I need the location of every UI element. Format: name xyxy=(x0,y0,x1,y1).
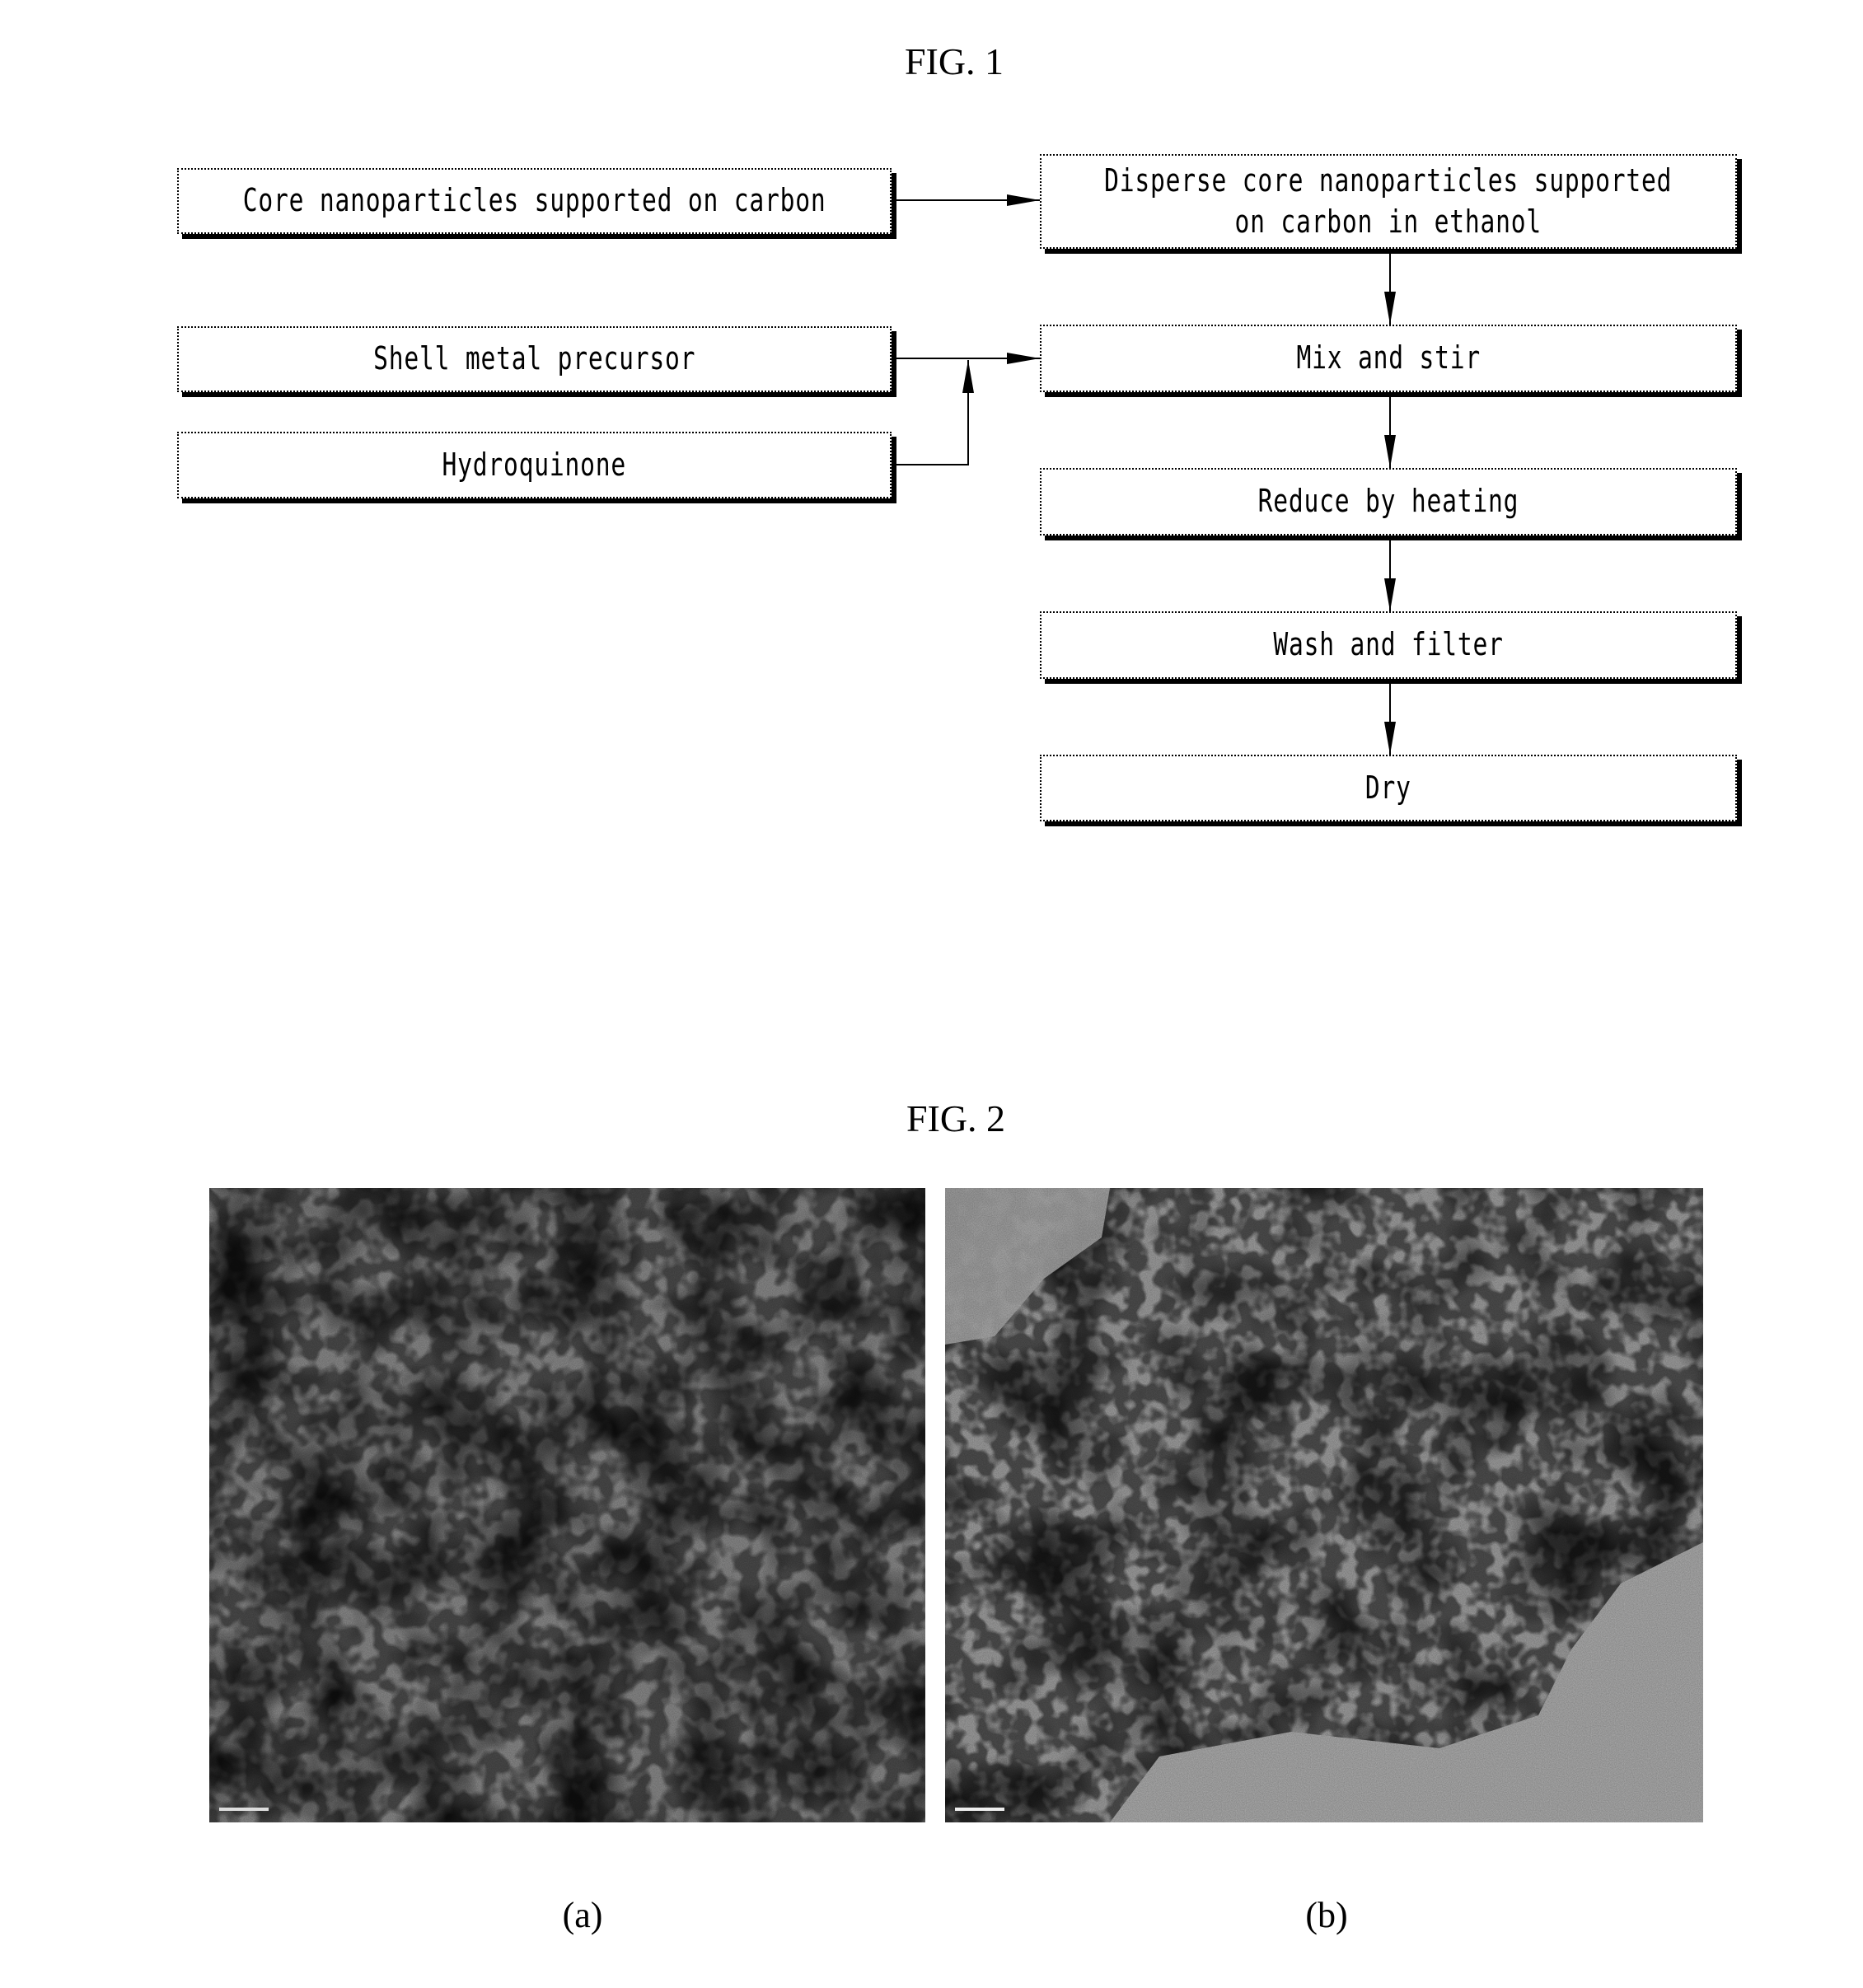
input-core-nanoparticles: Core nanoparticles supported on carbon xyxy=(177,168,892,234)
step-reduce-by-heating: Reduce by heating xyxy=(1040,468,1737,536)
step-reduce-by-heating-label: Reduce by heating xyxy=(1257,483,1519,520)
tem-image-a xyxy=(209,1188,925,1822)
tem-b-scale-bar xyxy=(955,1808,1004,1811)
arrow-hydroquinone-to-mix xyxy=(896,360,974,465)
step-dry: Dry xyxy=(1040,755,1737,821)
input-hydroquinone-label: Hydroquinone xyxy=(442,446,627,483)
step-mix-and-stir-label: Mix and stir xyxy=(1296,339,1481,377)
step-wash-and-filter: Wash and filter xyxy=(1040,611,1737,679)
step-disperse-line-1: Disperse core nanoparticles supported xyxy=(1104,162,1673,199)
tem-image-b xyxy=(945,1188,1703,1822)
input-shell-metal-precursor: Shell metal precursor xyxy=(177,326,892,392)
input-hydroquinone: Hydroquinone xyxy=(177,432,892,498)
input-shell-metal-precursor-label: Shell metal precursor xyxy=(372,340,696,377)
step-wash-and-filter-label: Wash and filter xyxy=(1273,626,1504,663)
input-core-nanoparticles-label: Core nanoparticles supported on carbon xyxy=(242,182,826,219)
figure-2-title: FIG. 2 xyxy=(906,1097,1006,1139)
tem-a-scale-bar xyxy=(219,1808,269,1811)
panel-label-b: (b) xyxy=(1305,1895,1348,1935)
step-disperse-line-2: on carbon in ethanol xyxy=(1234,203,1542,240)
step-mix-and-stir: Mix and stir xyxy=(1040,325,1737,392)
panel-label-a: (a) xyxy=(562,1895,603,1935)
step-disperse: Disperse core nanoparticles supported on… xyxy=(1040,154,1737,249)
step-dry-label: Dry xyxy=(1365,769,1411,806)
